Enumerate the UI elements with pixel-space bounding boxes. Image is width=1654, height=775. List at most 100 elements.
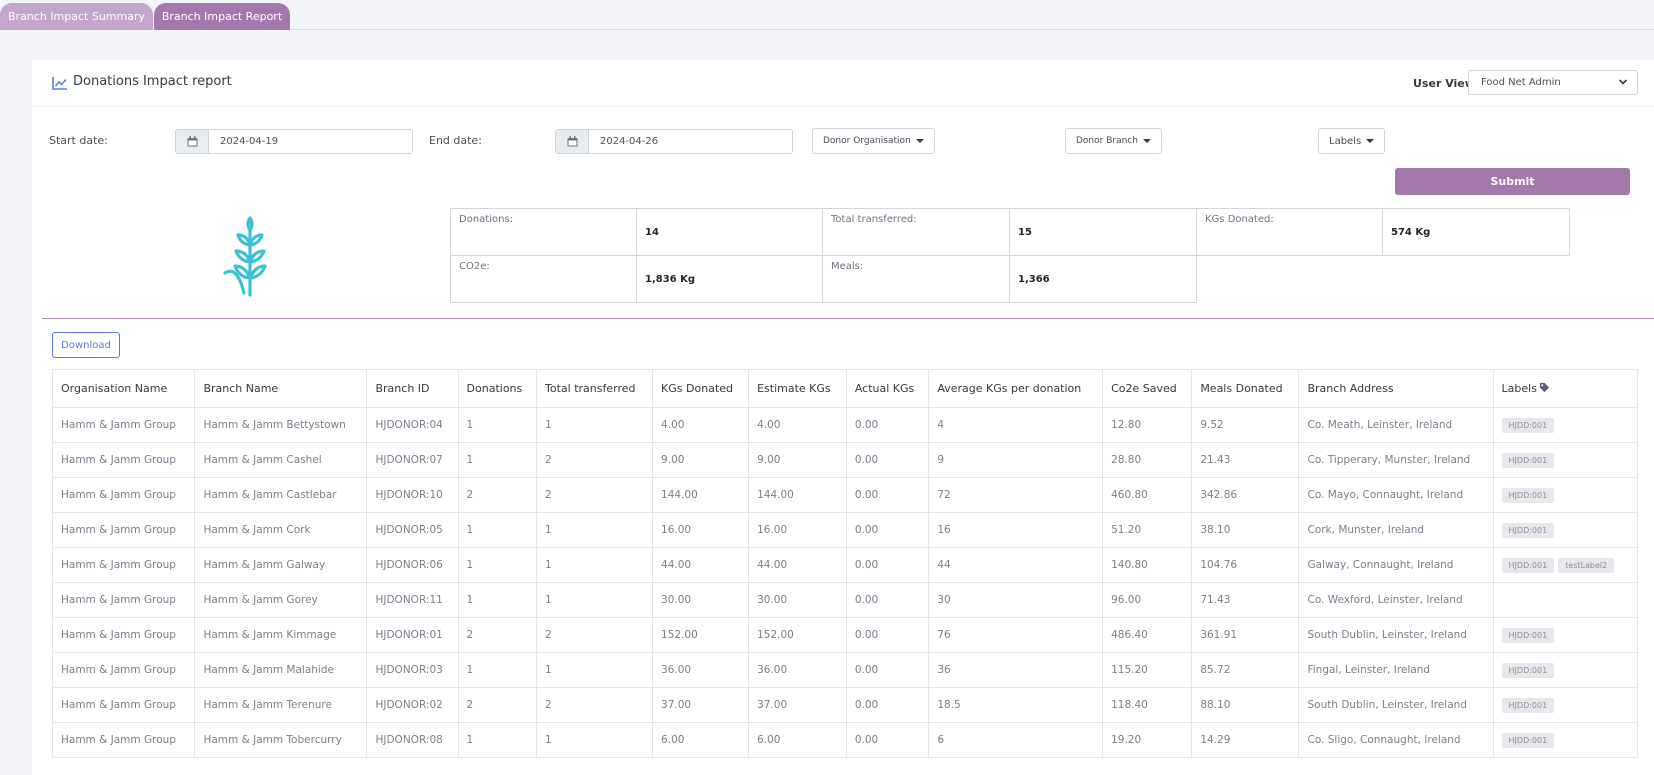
table-cell: 16 bbox=[928, 512, 1104, 548]
table-cell: 4.00 bbox=[652, 407, 750, 443]
label-badge: HJDD:001 bbox=[1501, 522, 1555, 538]
table-cell: Hamm & Jamm Malahide bbox=[194, 652, 368, 688]
stat-kgs-label-cell: KGs Donated: bbox=[1196, 208, 1383, 256]
table-cell: Hamm & Jamm Group bbox=[51, 477, 196, 513]
stat-donations-label: Donations: bbox=[459, 214, 514, 225]
table-cell: 2 bbox=[457, 617, 538, 653]
labels-cell: HJDD:001 testLabel2 bbox=[1492, 547, 1639, 583]
table-cell: Hamm & Jamm Group bbox=[51, 617, 196, 653]
table-cell: 118.40 bbox=[1102, 687, 1193, 723]
donor-branch-label: Donor Branch bbox=[1076, 136, 1138, 146]
table-cell: Hamm & Jamm Gorey bbox=[194, 582, 368, 618]
table-cell: HJDONOR:10 bbox=[366, 477, 459, 513]
col-estimate-kgs[interactable]: Estimate KGs bbox=[748, 369, 847, 408]
col-co2e-saved[interactable]: Co2e Saved bbox=[1102, 369, 1193, 408]
table-cell: HJDONOR:02 bbox=[366, 687, 459, 723]
col-average-kgs[interactable]: Average KGs per donation bbox=[928, 369, 1104, 408]
col-branch-id[interactable]: Branch ID bbox=[366, 369, 459, 408]
table-cell: 16.00 bbox=[652, 512, 750, 548]
tab-bar: Branch Impact Summary Branch Impact Repo… bbox=[0, 0, 1654, 30]
col-total-transferred[interactable]: Total transferred bbox=[536, 369, 654, 408]
col-actual-kgs[interactable]: Actual KGs bbox=[845, 369, 930, 408]
table-cell: 342.86 bbox=[1191, 477, 1300, 513]
table-cell: 37.00 bbox=[652, 687, 750, 723]
col-labels[interactable]: Labels bbox=[1492, 369, 1639, 408]
donor-organisation-dropdown[interactable]: Donor Organisation bbox=[812, 128, 935, 154]
col-meals-donated[interactable]: Meals Donated bbox=[1191, 369, 1300, 408]
table-cell: Hamm & Jamm Group bbox=[51, 582, 196, 618]
table-cell: 18.5 bbox=[928, 687, 1104, 723]
table-cell: HJDONOR:01 bbox=[366, 617, 459, 653]
table-cell: 1 bbox=[536, 652, 654, 688]
tag-icon bbox=[1539, 382, 1550, 393]
col-branch-address[interactable]: Branch Address bbox=[1298, 369, 1494, 408]
stat-kgs-value-cell: 574 Kg bbox=[1382, 208, 1570, 256]
table-cell: 85.72 bbox=[1191, 652, 1300, 688]
start-date-label: Start date: bbox=[49, 134, 108, 147]
table-cell: 36.00 bbox=[652, 652, 750, 688]
section-divider bbox=[42, 318, 1654, 319]
col-branch-name[interactable]: Branch Name bbox=[194, 369, 368, 408]
label-badge: testLabel2 bbox=[1558, 557, 1615, 573]
table-cell: 12.80 bbox=[1102, 407, 1193, 443]
table-cell: Hamm & Jamm Group bbox=[51, 407, 196, 443]
table-cell: 36.00 bbox=[748, 652, 847, 688]
table-cell: 1 bbox=[536, 582, 654, 618]
table-cell: 0.00 bbox=[845, 652, 930, 688]
table-cell: 9.00 bbox=[748, 442, 847, 478]
table-cell: 4.00 bbox=[748, 407, 847, 443]
start-date-value: 2024-04-19 bbox=[220, 136, 279, 147]
submit-button[interactable]: Submit bbox=[1395, 168, 1630, 195]
caret-down-icon bbox=[1142, 139, 1151, 143]
stat-co2-label: CO2e: bbox=[459, 261, 490, 272]
table-cell: 44.00 bbox=[652, 547, 750, 583]
table-cell: 0.00 bbox=[845, 407, 930, 443]
table-cell: HJDONOR:11 bbox=[366, 582, 459, 618]
table-cell: Hamm & Jamm Galway bbox=[194, 547, 368, 583]
labels-cell: HJDD:001 bbox=[1492, 617, 1639, 653]
end-date-field[interactable]: 2024-04-26 bbox=[555, 129, 793, 154]
col-kgs-donated[interactable]: KGs Donated bbox=[652, 369, 750, 408]
tab-branch-impact-summary[interactable]: Branch Impact Summary bbox=[0, 3, 153, 30]
table-cell: 2 bbox=[457, 477, 538, 513]
table-cell: Co. Meath, Leinster, Ireland bbox=[1298, 407, 1494, 443]
start-date-field[interactable]: 2024-04-19 bbox=[175, 129, 413, 154]
table-cell: 4 bbox=[928, 407, 1104, 443]
col-donations[interactable]: Donations bbox=[457, 369, 538, 408]
table-cell: Galway, Connaught, Ireland bbox=[1298, 547, 1494, 583]
table-row: Hamm & Jamm Group Hamm & Jamm Bettystown H… bbox=[51, 407, 1639, 443]
download-button[interactable]: Download bbox=[52, 332, 120, 358]
table-cell: Hamm & Jamm Kimmage bbox=[194, 617, 368, 653]
table-cell: 88.10 bbox=[1191, 687, 1300, 723]
user-view-select[interactable]: Food Net Admin bbox=[1468, 70, 1638, 95]
table-cell: 1 bbox=[536, 722, 654, 758]
card-header: Donations Impact report User View: Food … bbox=[32, 60, 1654, 107]
table-cell: HJDONOR:03 bbox=[366, 652, 459, 688]
table-cell: Cork, Munster, Ireland bbox=[1298, 512, 1494, 548]
table-cell: 0.00 bbox=[845, 547, 930, 583]
wheat-icon bbox=[223, 216, 267, 297]
donor-branch-dropdown[interactable]: Donor Branch bbox=[1065, 128, 1162, 154]
col-organisation-name[interactable]: Organisation Name bbox=[51, 369, 196, 408]
labels-dropdown[interactable]: Labels bbox=[1318, 128, 1386, 154]
table-cell: 1 bbox=[457, 582, 538, 618]
table-cell: Fingal, Leinster, Ireland bbox=[1298, 652, 1494, 688]
table-body: Hamm & Jamm Group Hamm & Jamm Bettystown H… bbox=[51, 407, 1639, 758]
table-cell: South Dublin, Leinster, Ireland bbox=[1298, 617, 1494, 653]
stat-transferred-value-cell: 15 bbox=[1009, 208, 1197, 256]
label-badge: HJDD:001 bbox=[1501, 487, 1555, 503]
table-cell: HJDONOR:08 bbox=[366, 722, 459, 758]
labels-cell: HJDD:001 bbox=[1492, 407, 1639, 443]
table-cell: 38.10 bbox=[1191, 512, 1300, 548]
caret-down-icon bbox=[1366, 139, 1375, 143]
label-badge: HJDD:001 bbox=[1501, 627, 1555, 643]
table-row: Hamm & Jamm Group Hamm & Jamm Malahide HJD… bbox=[51, 652, 1639, 688]
stat-meals-label-cell: Meals: bbox=[822, 255, 1010, 303]
tab-branch-impact-report[interactable]: Branch Impact Report bbox=[154, 3, 290, 30]
table-cell: 6.00 bbox=[748, 722, 847, 758]
table-cell: 1 bbox=[457, 512, 538, 548]
table-cell: 9.52 bbox=[1191, 407, 1300, 443]
table-cell: 1 bbox=[457, 407, 538, 443]
labels-cell: HJDD:001 bbox=[1492, 477, 1639, 513]
table-cell: Hamm & Jamm Bettystown bbox=[194, 407, 368, 443]
